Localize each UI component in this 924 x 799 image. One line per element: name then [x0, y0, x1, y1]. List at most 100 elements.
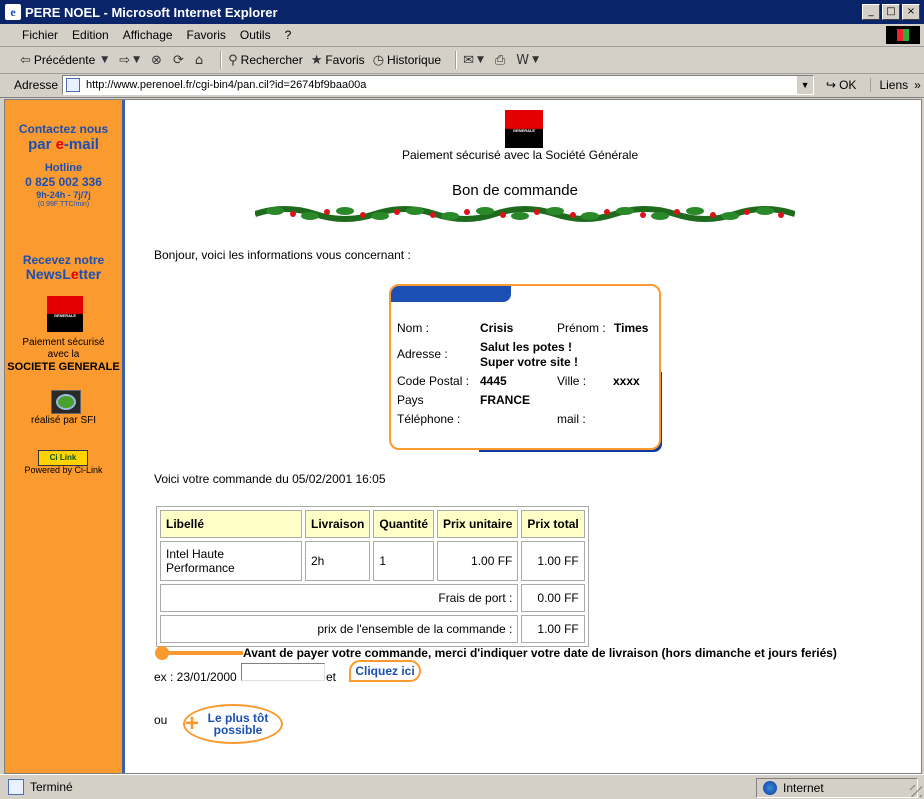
- menu-outils[interactable]: Outils: [240, 28, 271, 42]
- table-row: Intel Haute Performance 2h 1 1.00 FF 1.0…: [160, 541, 585, 581]
- shipping-label: Frais de port :: [160, 584, 519, 612]
- card-tab: [391, 286, 511, 302]
- back-label: Précédente: [33, 53, 96, 67]
- prenom-label: Prénom :: [557, 321, 606, 335]
- hotline-price: (0.99F TTC/min): [37, 201, 90, 208]
- table-cell: 1.00 FF: [437, 541, 519, 581]
- page-icon: [66, 78, 81, 92]
- home-button[interactable]: ⌂: [195, 53, 206, 68]
- refresh-button[interactable]: ⟳: [173, 53, 187, 68]
- menu-affichage[interactable]: Affichage: [123, 28, 173, 42]
- ie-icon: e: [5, 4, 21, 20]
- edit-dropdown-icon[interactable]: ▼: [532, 55, 539, 65]
- delivery-date-input[interactable]: [241, 663, 325, 681]
- newsletter-e: e: [70, 266, 79, 282]
- forward-button[interactable]: ⇨ ▼: [119, 53, 143, 68]
- back-button[interactable]: ⇦ Précédente ▼: [20, 53, 111, 68]
- edit-button[interactable]: W ▼: [516, 53, 542, 68]
- menu-fichier[interactable]: Fichier: [22, 28, 58, 42]
- toolbar: ⇦ Précédente ▼ ⇨ ▼ ⊗ ⟳ ⌂ ⚲ Rechercher ★ …: [0, 47, 924, 74]
- window-title: PERE NOEL - Microsoft Internet Explorer: [25, 4, 278, 20]
- cp-label: Code Postal :: [397, 374, 470, 388]
- go-label: OK: [839, 78, 857, 92]
- forward-dropdown-icon[interactable]: ▼: [133, 55, 140, 65]
- date-example: ex : 23/01/2000: [154, 670, 237, 684]
- contact-heading[interactable]: Contactez nous: [5, 122, 122, 136]
- column-header: Prix total: [521, 510, 585, 538]
- refresh-icon: ⟳: [172, 52, 184, 68]
- mail-label: mail :: [557, 412, 586, 426]
- minimize-button[interactable]: _: [862, 4, 880, 20]
- address-input[interactable]: http://www.perenoel.fr/cgi-bin4/pan.cil?…: [62, 75, 815, 95]
- column-header: Libellé: [160, 510, 302, 538]
- ville-value: xxxx: [613, 374, 640, 388]
- address-dropdown-icon[interactable]: ▼: [796, 76, 814, 94]
- maximize-button[interactable]: □: [882, 4, 900, 20]
- window-controls: _ □ ×: [860, 4, 920, 20]
- page-done-icon: [8, 779, 24, 795]
- history-icon: ◷: [372, 52, 385, 68]
- table-cell: 2h: [305, 541, 371, 581]
- adresse-line1: Salut les potes !: [480, 340, 573, 354]
- close-button[interactable]: ×: [902, 4, 920, 20]
- home-icon: ⌂: [194, 52, 204, 68]
- print-button[interactable]: ⎙: [495, 53, 508, 68]
- shipping-value: 0.00 FF: [521, 584, 585, 612]
- resize-grip-icon[interactable]: [910, 785, 922, 797]
- hotline-phone: 0 825 002 336: [25, 175, 102, 189]
- pays-label: Pays: [397, 393, 424, 407]
- page-content: Contactez nous par e-mail Hotline 0 825 …: [4, 99, 922, 774]
- cilink-logo[interactable]: Ci Link: [38, 450, 88, 466]
- stop-button[interactable]: ⊗: [151, 53, 165, 68]
- societe-generale-logo[interactable]: GENERALE: [47, 296, 83, 332]
- print-icon: ⎙: [494, 52, 506, 68]
- go-button[interactable]: ↪ OK: [826, 78, 856, 92]
- favorites-icon: ★: [310, 52, 323, 68]
- table-cell: Intel Haute Performance: [160, 541, 302, 581]
- holly-garland-icon: [255, 206, 795, 222]
- total-row: prix de l'ensemble de la commande : 1.00…: [160, 615, 585, 643]
- address-bar: Adresse http://www.perenoel.fr/cgi-bin4/…: [0, 73, 924, 98]
- mail-dropdown-icon[interactable]: ▼: [477, 55, 484, 65]
- pay-secure-line2: avec la: [47, 349, 80, 360]
- hotline-hours: 9h-24h - 7j/7j: [36, 190, 91, 200]
- toolbar-separator: [220, 51, 223, 69]
- plus-tot-label: Le plus tôt possible: [198, 712, 269, 736]
- email-prefix: par: [28, 136, 56, 153]
- cliquez-ici-button[interactable]: Cliquez ici: [349, 660, 421, 682]
- links-chevron-icon[interactable]: »: [914, 78, 921, 92]
- table-header-row: Libellé Livraison Quantité Prix unitaire…: [160, 510, 585, 538]
- nom-value: Crisis: [480, 321, 514, 335]
- table-cell: 1: [373, 541, 435, 581]
- adresse-label: Adresse :: [397, 347, 448, 361]
- search-icon: ⚲: [228, 52, 238, 68]
- stop-icon: ⊗: [151, 52, 162, 68]
- societe-generale-logo-main: GENERALE: [505, 110, 543, 148]
- et-text: et: [326, 670, 337, 684]
- menu-favoris[interactable]: Favoris: [187, 28, 226, 42]
- back-dropdown-icon[interactable]: ▼: [101, 55, 108, 65]
- column-header: Quantité: [373, 510, 435, 538]
- page-title: Bon de commande: [452, 182, 578, 199]
- telephone-label: Téléphone :: [397, 412, 461, 426]
- ville-label: Ville :: [557, 374, 587, 388]
- plus-tot-button[interactable]: + Le plus tôt possible: [183, 704, 283, 744]
- prenom-value: Times: [614, 321, 649, 335]
- menu-help[interactable]: ?: [285, 28, 292, 42]
- powered-by: Powered by Ci-Link: [24, 465, 103, 475]
- mail-button[interactable]: ✉ ▼: [463, 53, 487, 68]
- favorites-button[interactable]: ★ Favoris: [311, 53, 365, 68]
- sg-logo-text: GENERALE: [53, 313, 77, 318]
- menu-edition[interactable]: Edition: [72, 28, 109, 42]
- sfi-logo-icon[interactable]: [51, 390, 81, 414]
- newsletter-link[interactable]: NewsLetter: [5, 266, 122, 282]
- status-text: Terminé: [30, 780, 73, 794]
- newsletter-line1[interactable]: Recevez notre: [5, 253, 122, 267]
- email-link[interactable]: par e-mail: [5, 136, 122, 153]
- title-bar: e PERE NOEL - Microsoft Internet Explore…: [0, 0, 924, 24]
- greeting-text: Bonjour, voici les informations vous con…: [154, 248, 411, 262]
- links-button[interactable]: Liens: [870, 78, 908, 92]
- search-button[interactable]: ⚲ Rechercher: [228, 53, 303, 68]
- order-table: Libellé Livraison Quantité Prix unitaire…: [156, 506, 589, 647]
- history-button[interactable]: ◷ Historique: [373, 53, 441, 68]
